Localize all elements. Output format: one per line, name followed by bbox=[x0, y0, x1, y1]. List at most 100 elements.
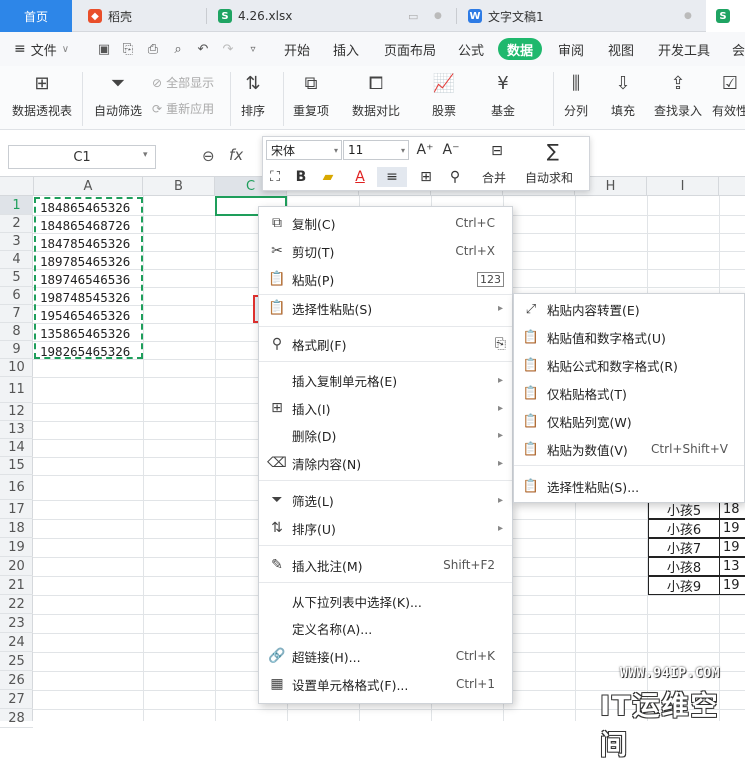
context-insert-copied[interactable]: 插入复制单元格(E) ▸ bbox=[259, 367, 512, 393]
submenu-formats-only[interactable]: 📋 仅粘贴格式(T) bbox=[514, 379, 744, 407]
row-header-13[interactable]: 13 bbox=[0, 421, 33, 439]
merge-icon[interactable]: ⊟ bbox=[485, 140, 509, 162]
submenu-paste-as-values[interactable]: 📋 粘贴为数值(V) Ctrl+Shift+V bbox=[514, 435, 744, 463]
menu-view[interactable]: 视图 bbox=[608, 32, 634, 66]
row-header-8[interactable]: 8 bbox=[0, 323, 33, 341]
fill-button[interactable]: ⇩ 填充 bbox=[610, 70, 636, 119]
menu-review[interactable]: 审阅 bbox=[558, 32, 584, 66]
submenu-transpose[interactable]: ⤢ 粘贴内容转置(E) bbox=[514, 295, 744, 323]
print-icon[interactable]: ⎙ bbox=[145, 41, 161, 57]
row-header-12[interactable]: 12 bbox=[0, 403, 33, 421]
sigma-icon[interactable]: ∑ bbox=[541, 140, 565, 162]
context-clear[interactable]: ⌫ 清除内容(N) ▸ bbox=[259, 450, 512, 476]
row-header-4[interactable]: 4 bbox=[0, 251, 33, 269]
row-header-18[interactable]: 18 bbox=[0, 519, 33, 538]
file-menu[interactable]: ≡ 文件 ∨ bbox=[14, 32, 69, 66]
context-format-cells[interactable]: ▦ 设置单元格格式(F)... Ctrl+1 bbox=[259, 671, 512, 697]
save-icon[interactable]: ▣ bbox=[96, 41, 112, 57]
context-format-painter[interactable]: ⚲ 格式刷(F) ⎘ bbox=[259, 331, 512, 357]
font-color-icon[interactable]: A bbox=[347, 167, 373, 187]
format-painter-lock-icon[interactable]: ⎘ bbox=[495, 336, 506, 352]
redo-icon[interactable]: ↷ bbox=[220, 41, 236, 57]
row-header-14[interactable]: 14 bbox=[0, 439, 33, 457]
fill-color-icon[interactable]: ▰ bbox=[315, 167, 341, 187]
submenu-paste-special[interactable]: 📋 选择性粘贴(S)... bbox=[514, 472, 744, 500]
row-header-17[interactable]: 17 bbox=[0, 500, 33, 519]
row-header-16[interactable]: 16 bbox=[0, 475, 33, 500]
row-header-25[interactable]: 25 bbox=[0, 652, 33, 671]
menu-insert[interactable]: 插入 bbox=[333, 32, 359, 66]
row-header-11[interactable]: 11 bbox=[0, 377, 33, 403]
bold-icon[interactable]: B bbox=[291, 167, 311, 187]
chevron-down-icon[interactable]: ▾ bbox=[143, 150, 148, 160]
fx-icon[interactable]: fx bbox=[229, 146, 243, 164]
tab-xlsx[interactable]: S 4.26.xlsx ▭ ● bbox=[208, 0, 454, 32]
context-copy[interactable]: ⧉ 复制(C) Ctrl+C bbox=[259, 210, 512, 236]
split-column-button[interactable]: ⫼ 分列 bbox=[563, 70, 589, 119]
side-table-value[interactable]: 13 bbox=[719, 557, 745, 576]
row-header-15[interactable]: 15 bbox=[0, 457, 33, 475]
row-header-24[interactable]: 24 bbox=[0, 633, 33, 652]
submenu-values-number-format[interactable]: 📋 粘贴值和数字格式(U) bbox=[514, 323, 744, 351]
row-header-6[interactable]: 6 bbox=[0, 287, 33, 305]
side-table-name[interactable]: 小孩8 bbox=[648, 557, 720, 576]
row-header-27[interactable]: 27 bbox=[0, 690, 33, 709]
row-header-19[interactable]: 19 bbox=[0, 538, 33, 557]
show-all-button[interactable]: ⊘ 全部显示 bbox=[152, 74, 214, 91]
row-header-26[interactable]: 26 bbox=[0, 671, 33, 690]
menu-data[interactable]: 数据 bbox=[498, 38, 543, 60]
context-insert-comment[interactable]: ✎ 插入批注(M) Shift+F2 bbox=[259, 552, 512, 578]
submenu-column-widths[interactable]: 📋 仅粘贴列宽(W) bbox=[514, 407, 744, 435]
undo-icon[interactable]: ↶ bbox=[195, 41, 211, 57]
align-icon[interactable]: ≡ bbox=[377, 167, 407, 187]
format-painter-icon[interactable]: ⚲ bbox=[445, 167, 465, 187]
tab-active-sheet[interactable]: S bbox=[706, 0, 745, 32]
context-cut[interactable]: ✂ 剪切(T) Ctrl+X bbox=[259, 238, 512, 264]
context-define-name[interactable]: 定义名称(A)... bbox=[259, 615, 512, 641]
row-header-21[interactable]: 21 bbox=[0, 576, 33, 595]
compare-button[interactable]: ⧠ 数据对比 bbox=[352, 70, 400, 119]
menu-formula[interactable]: 公式 bbox=[458, 32, 484, 66]
menu-more[interactable]: 会 bbox=[732, 32, 745, 66]
lookup-entry-button[interactable]: ⇪ 查找录入 bbox=[654, 70, 702, 119]
context-filter[interactable]: ⏷ 筛选(L) ▸ bbox=[259, 487, 512, 513]
row-header-23[interactable]: 23 bbox=[0, 614, 33, 633]
context-delete[interactable]: 删除(D) ▸ bbox=[259, 422, 512, 448]
fund-button[interactable]: ¥ 基金 bbox=[490, 70, 516, 119]
row-header-9[interactable]: 9 bbox=[0, 341, 33, 359]
name-box[interactable]: C1 bbox=[8, 145, 156, 169]
row-header-22[interactable]: 22 bbox=[0, 595, 33, 614]
cell-style-icon[interactable]: ⛶ bbox=[265, 167, 285, 187]
select-all-corner[interactable] bbox=[0, 177, 34, 196]
zoom-icon[interactable]: ⊖ bbox=[202, 147, 215, 165]
reapply-button[interactable]: ⟳ 重新应用 bbox=[152, 100, 214, 117]
context-pick-from-list[interactable]: 从下拉列表中选择(K)... bbox=[259, 588, 512, 614]
validity-button[interactable]: ☑ 有效性 bbox=[712, 70, 745, 119]
more-icon[interactable]: ▿ bbox=[245, 41, 261, 57]
autofilter-button[interactable]: ⏷ 自动筛选 bbox=[94, 70, 142, 119]
duplicates-button[interactable]: ⧉ 重复项 bbox=[293, 70, 329, 119]
paste-values-icon[interactable]: 123 bbox=[477, 271, 504, 287]
tab-close-icon[interactable]: ● bbox=[434, 11, 442, 21]
tab-docer[interactable]: ◆ 稻壳 bbox=[78, 0, 206, 32]
monitor-icon[interactable]: ▭ bbox=[408, 10, 418, 23]
font-grow-icon[interactable]: A⁺ bbox=[415, 140, 435, 160]
row-header-3[interactable]: 3 bbox=[0, 233, 33, 251]
export-icon[interactable]: ⎘ bbox=[120, 41, 136, 57]
sort-button[interactable]: ⇅ 排序 bbox=[240, 70, 266, 119]
side-table-value[interactable]: 19 bbox=[719, 538, 745, 557]
side-table-value[interactable]: 19 bbox=[719, 519, 745, 538]
font-shrink-icon[interactable]: A⁻ bbox=[441, 140, 461, 160]
row-header-2[interactable]: 2 bbox=[0, 215, 33, 233]
preview-icon[interactable]: ⌕ bbox=[170, 41, 186, 57]
side-table-value[interactable]: 19 bbox=[719, 576, 745, 595]
row-header-28[interactable]: 28 bbox=[0, 709, 33, 728]
row-header-5[interactable]: 5 bbox=[0, 269, 33, 287]
tab-close-icon[interactable]: ● bbox=[684, 11, 692, 21]
border-icon[interactable]: ⊞ bbox=[413, 167, 439, 187]
row-header-7[interactable]: 7 bbox=[0, 305, 33, 323]
font-select[interactable]: 宋体 ▾ bbox=[266, 140, 342, 160]
side-table-name[interactable]: 小孩9 bbox=[648, 576, 720, 595]
side-table-name[interactable]: 小孩7 bbox=[648, 538, 720, 557]
column-header-b[interactable]: B bbox=[143, 177, 215, 196]
